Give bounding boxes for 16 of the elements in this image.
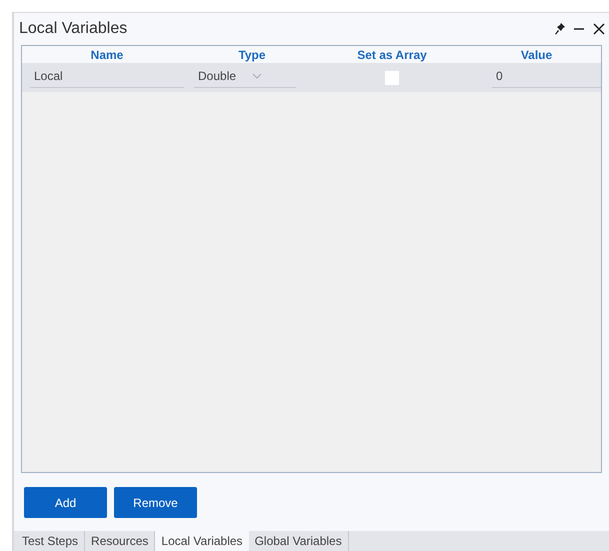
pin-icon[interactable] — [555, 23, 565, 35]
action-button[interactable]: Remove — [114, 487, 197, 518]
chevron-down-icon — [252, 73, 262, 79]
column-header: Value — [520, 46, 552, 64]
action-button[interactable]: Add — [24, 487, 107, 518]
tab[interactable]: Local Variables — [155, 531, 249, 551]
column-header: Set as Array — [357, 46, 427, 64]
window-title: Local Variables — [19, 19, 128, 39]
type-dropdown[interactable]: Double — [194, 67, 296, 88]
value-field[interactable]: 0 — [492, 67, 601, 88]
table-row[interactable]: Local Double 0 — [22, 63, 601, 92]
column-header: Type — [238, 46, 266, 64]
column-header: Name — [90, 46, 124, 64]
close-icon[interactable] — [593, 23, 605, 35]
name-field[interactable]: Local — [30, 67, 184, 88]
array-checkbox[interactable] — [385, 70, 399, 84]
